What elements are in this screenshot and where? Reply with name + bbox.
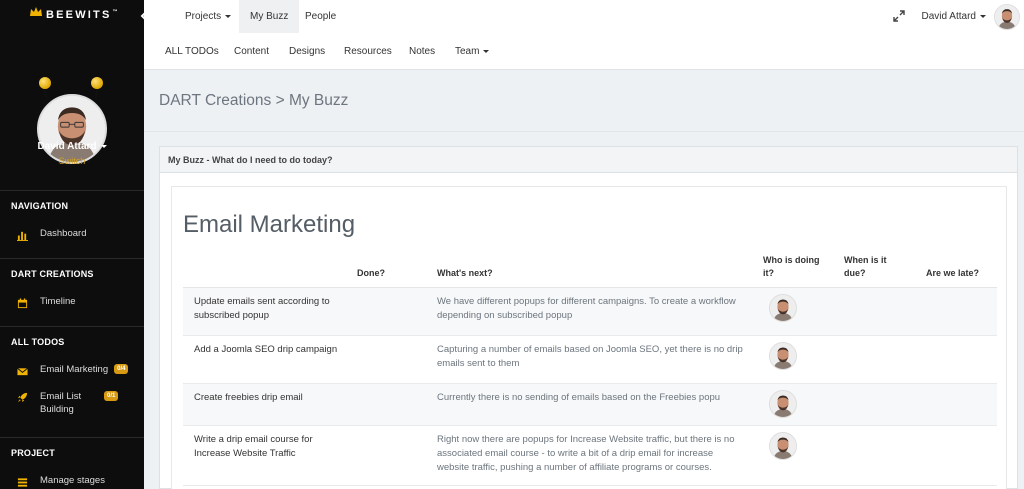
- whats-next-text: We have different popups for different c…: [437, 296, 736, 321]
- nav-heading: NAVIGATION: [0, 190, 144, 220]
- whats-next-text: Right now there are popups for Increase …: [437, 434, 735, 473]
- subnav-notes[interactable]: Notes: [409, 34, 435, 68]
- table-header: Done? What's next? Who is doing it? When…: [183, 254, 997, 288]
- profile-block: [0, 30, 144, 175]
- envelope-icon: [16, 365, 28, 377]
- nav-section-project: PROJECT Manage stages: [0, 437, 144, 489]
- antenna-ball: [39, 77, 51, 89]
- brand-logo[interactable]: BEEWITS™: [0, 0, 144, 30]
- calendar-icon: [16, 297, 28, 309]
- todo-count-badge: 0/1: [104, 391, 119, 401]
- task-name[interactable]: Create freebies drip email: [194, 391, 344, 405]
- column-header-are-we-late: Are we late?: [926, 268, 980, 278]
- switch-link[interactable]: Switch: [0, 156, 144, 166]
- brand-name: BEEWITS™: [46, 9, 120, 21]
- column-header-done: Done?: [357, 268, 385, 278]
- panel-heading: My Buzz - What do I need to do today?: [160, 147, 1017, 173]
- column-header-when-due: When is it due?: [844, 255, 887, 278]
- sidebar-item-label: Timeline: [40, 296, 76, 307]
- chevron-left-icon: [140, 12, 144, 20]
- antenna-ball: [91, 77, 103, 89]
- nav-projects-dropdown[interactable]: Projects: [174, 0, 242, 33]
- rocket-icon: [16, 391, 28, 403]
- subnav-all-todos[interactable]: ALL TODOs: [165, 34, 219, 68]
- expand-icon[interactable]: [893, 10, 905, 22]
- sidebar-item-email-list-building[interactable]: Email List Building 0/1: [0, 384, 144, 422]
- task-name[interactable]: Add a Joomla SEO drip campaign: [194, 343, 344, 357]
- subnav-resources[interactable]: Resources: [344, 34, 392, 68]
- sidebar-item-timeline[interactable]: Timeline: [0, 288, 144, 314]
- sidebar-item-label: Email List Building: [40, 391, 82, 415]
- subnav-team-dropdown[interactable]: Team: [455, 34, 490, 68]
- profile-name-dropdown[interactable]: David Attard: [0, 141, 144, 152]
- avatar[interactable]: [37, 94, 107, 164]
- caret-down-icon: [100, 144, 107, 148]
- assignee-avatar[interactable]: [769, 294, 797, 322]
- assignee-avatar[interactable]: [769, 432, 797, 460]
- nav-heading: ALL TODOS: [0, 326, 144, 356]
- sidebar: BEEWITS™ David Attard Switch NAVIGATION: [0, 0, 144, 489]
- avatar: [994, 3, 1020, 30]
- breadcrumb: DART Creations > My Buzz: [144, 70, 1024, 132]
- todo-list-card: Email Marketing Done? What's next? Who i…: [171, 186, 1007, 489]
- user-name: David Attard: [921, 11, 976, 22]
- top-navigation: Projects My Buzz People David Attard ALL…: [144, 0, 1024, 70]
- bar-chart-icon: [16, 229, 28, 241]
- todo-count-badge: 0/4: [114, 364, 129, 374]
- main-content: DART Creations > My Buzz My Buzz - What …: [144, 70, 1024, 489]
- task-name[interactable]: Write a drip email course for Increase W…: [194, 433, 344, 461]
- subnav-designs[interactable]: Designs: [289, 34, 325, 68]
- whats-next-text: Capturing a number of emails based on Jo…: [437, 344, 743, 369]
- sidebar-item-label: Dashboard: [40, 228, 87, 239]
- table-row[interactable]: Create freebies drip email Currently the…: [183, 384, 997, 426]
- stages-icon: [16, 476, 28, 488]
- caret-down-icon: [980, 15, 986, 18]
- sidebar-item-label: Email Marketing: [40, 364, 109, 375]
- crown-icon: [30, 7, 42, 16]
- caret-down-icon: [225, 15, 232, 18]
- table-row[interactable]: Write a drip email course for Increase W…: [183, 426, 997, 486]
- nav-heading: PROJECT: [0, 437, 144, 467]
- column-header-who: Who is doing it?: [763, 255, 820, 278]
- caret-down-icon: [483, 49, 490, 53]
- nav-people[interactable]: People: [295, 0, 346, 33]
- nav-section-dart-creations: DART CREATIONS Timeline: [0, 258, 144, 314]
- assignee-avatar[interactable]: [769, 390, 797, 418]
- nav-heading: DART CREATIONS: [0, 258, 144, 288]
- nav-my-buzz[interactable]: My Buzz: [239, 0, 300, 33]
- task-name[interactable]: Update emails sent according to subscrib…: [194, 295, 344, 323]
- nav-section-navigation: NAVIGATION Dashboard: [0, 190, 144, 246]
- column-header-whats-next: What's next?: [437, 268, 493, 278]
- table-row[interactable]: Add a Joomla SEO drip campaign Capturing…: [183, 336, 997, 384]
- assignee-avatar[interactable]: [769, 342, 797, 370]
- my-buzz-panel: My Buzz - What do I need to do today? Em…: [159, 146, 1018, 489]
- subnav-content[interactable]: Content: [234, 34, 269, 68]
- table-row[interactable]: Update emails sent according to subscrib…: [183, 288, 997, 336]
- user-menu[interactable]: David Attard: [922, 0, 1024, 33]
- sidebar-item-manage-stages[interactable]: Manage stages: [0, 467, 144, 489]
- nav-section-all-todos: ALL TODOS Email Marketing 0/4 Email List…: [0, 326, 144, 422]
- sidebar-item-label: Manage stages: [40, 475, 105, 486]
- todo-list-title: Email Marketing: [183, 211, 356, 238]
- whats-next-text: Currently there is no sending of emails …: [437, 392, 721, 403]
- sidebar-item-email-marketing[interactable]: Email Marketing 0/4: [0, 356, 144, 384]
- sidebar-item-dashboard[interactable]: Dashboard: [0, 220, 144, 246]
